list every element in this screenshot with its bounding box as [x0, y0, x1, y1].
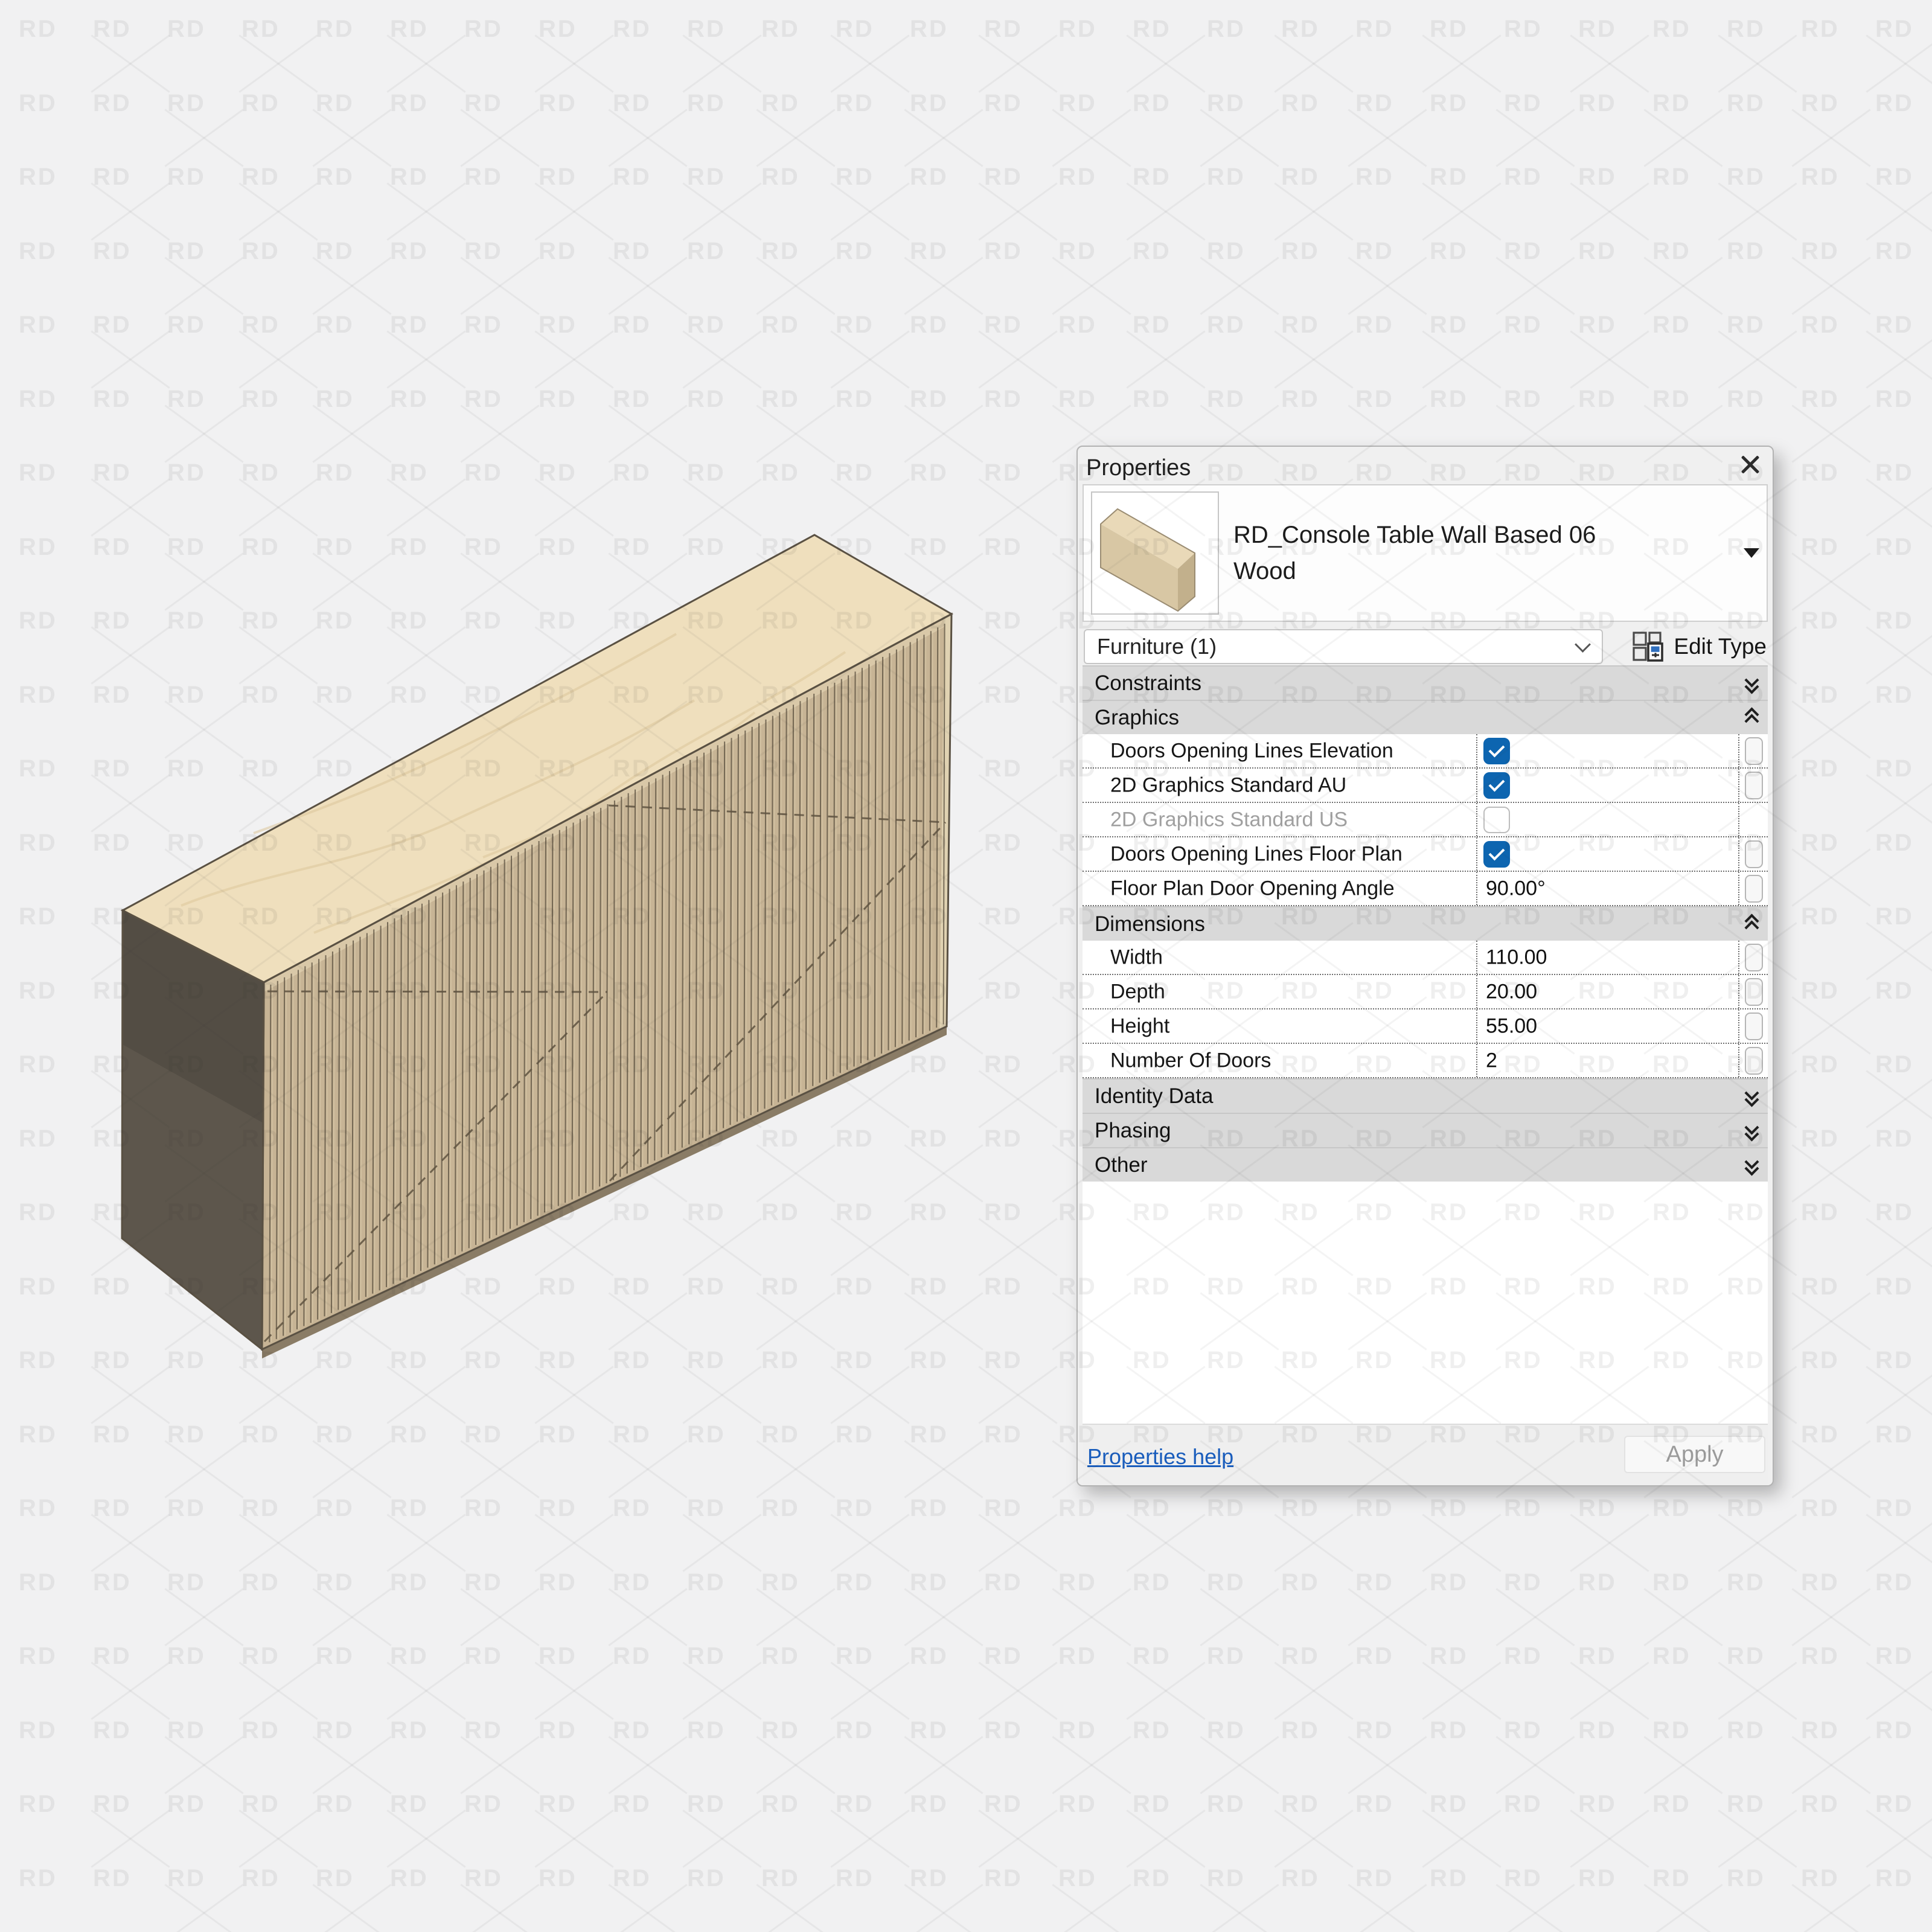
associate-parameter-button[interactable] [1745, 1046, 1763, 1075]
property-label: 2D Graphics Standard AU [1110, 773, 1347, 796]
value-number-of-doors[interactable]: 2 [1486, 1049, 1497, 1072]
properties-panel: Properties RD_Console Table Wall Based 0… [1076, 446, 1774, 1486]
property-row-depth: Depth 20.00 [1083, 975, 1768, 1009]
associate-parameter-button[interactable] [1745, 874, 1763, 903]
section-header-identity-data[interactable]: Identity Data [1083, 1078, 1768, 1113]
expand-chevron-icon[interactable] [1744, 672, 1759, 694]
associate-parameter-button[interactable] [1745, 771, 1763, 799]
section-label: Other [1095, 1153, 1148, 1177]
type-thumbnail-image [1100, 508, 1195, 612]
checkbox-2d-graphics-standard-au[interactable] [1483, 772, 1510, 799]
edit-type-button[interactable]: Edit Type [1631, 629, 1767, 664]
apply-button[interactable]: Apply [1624, 1436, 1765, 1473]
section-label: Graphics [1095, 705, 1180, 729]
expand-chevron-icon[interactable] [1744, 1154, 1759, 1176]
type-name: RD_Console Table Wall Based 06 Wood [1233, 517, 1596, 589]
edit-type-label: Edit Type [1674, 634, 1767, 659]
section-header-phasing[interactable]: Phasing [1083, 1113, 1768, 1147]
value-height[interactable]: 55.00 [1486, 1014, 1537, 1038]
property-grid-empty-area [1083, 1182, 1768, 1424]
section-label: Phasing [1095, 1118, 1171, 1142]
checkbox-doors-opening-lines-floor-plan[interactable] [1483, 840, 1510, 868]
property-label: Number Of Doors [1110, 1049, 1271, 1072]
property-grid: Constraints Graphics Doors Opening Lines E… [1083, 665, 1768, 1182]
section-label: Constraints [1095, 671, 1202, 695]
property-label: Depth [1110, 980, 1165, 1003]
associate-parameter-button[interactable] [1745, 840, 1763, 868]
property-label: Floor Plan Door Opening Angle [1110, 877, 1395, 900]
value-width[interactable]: 110.00 [1486, 945, 1547, 969]
type-name-line1: RD_Console Table Wall Based 06 [1233, 522, 1596, 548]
associate-parameter-button[interactable] [1745, 1012, 1763, 1040]
edit-type-icon [1633, 632, 1664, 662]
property-row-number-of-doors: Number Of Doors 2 [1083, 1044, 1768, 1078]
properties-help-link[interactable]: Properties help [1087, 1444, 1233, 1470]
type-thumbnail [1091, 491, 1219, 615]
section-header-graphics[interactable]: Graphics [1083, 700, 1768, 734]
property-label: Doors Opening Lines Floor Plan [1110, 842, 1403, 865]
property-label: Width [1110, 945, 1163, 968]
expand-chevron-icon[interactable] [1744, 1119, 1759, 1142]
category-combobox[interactable]: Furniture (1) [1084, 629, 1603, 664]
type-name-line2: Wood [1233, 558, 1296, 584]
value-depth[interactable]: 20.00 [1486, 980, 1537, 1003]
checkbox-doors-opening-lines-elevation[interactable] [1483, 737, 1510, 764]
property-row-height: Height 55.00 [1083, 1009, 1768, 1044]
panel-titlebar[interactable]: Properties [1083, 447, 1768, 484]
property-row-2d-graphics-standard-us: 2D Graphics Standard US [1083, 803, 1768, 837]
property-label: 2D Graphics Standard US [1110, 808, 1348, 831]
section-label: Dimensions [1095, 912, 1205, 936]
screenshot-root: Properties RD_Console Table Wall Based 0… [0, 0, 1932, 1932]
section-header-dimensions[interactable]: Dimensions [1083, 906, 1768, 941]
section-header-constraints[interactable]: Constraints [1083, 665, 1768, 700]
panel-title: Properties [1086, 455, 1191, 481]
property-row-doors-opening-lines-floor-plan: Doors Opening Lines Floor Plan [1083, 837, 1768, 872]
section-header-other[interactable]: Other [1083, 1147, 1768, 1182]
type-selector-row: Furniture (1) Edit Type [1083, 629, 1768, 664]
associate-parameter-button[interactable] [1745, 737, 1763, 765]
panel-footer: Properties help Apply [1083, 1424, 1768, 1485]
property-row-doors-opening-lines-elevation: Doors Opening Lines Elevation [1083, 734, 1768, 769]
associate-parameter-button[interactable] [1745, 977, 1763, 1006]
checkbox-2d-graphics-standard-us [1483, 806, 1510, 833]
close-icon[interactable] [1739, 454, 1761, 476]
type-dropdown-icon[interactable] [1744, 548, 1759, 558]
expand-chevron-icon[interactable] [1744, 1085, 1759, 1107]
property-row-floor-plan-door-opening-angle: Floor Plan Door Opening Angle 90.00° [1083, 872, 1768, 906]
category-combobox-value: Furniture (1) [1097, 634, 1217, 659]
property-row-width: Width 110.00 [1083, 941, 1768, 975]
property-label: Doors Opening Lines Elevation [1110, 739, 1393, 762]
collapse-chevron-icon[interactable] [1744, 706, 1759, 729]
chevron-down-icon [1575, 636, 1591, 653]
associate-parameter-button[interactable] [1745, 943, 1763, 971]
type-preview-area[interactable]: RD_Console Table Wall Based 06 Wood [1083, 484, 1768, 622]
property-row-2d-graphics-standard-au: 2D Graphics Standard AU [1083, 769, 1768, 803]
property-label: Height [1110, 1014, 1170, 1037]
section-label: Identity Data [1095, 1084, 1214, 1108]
collapse-chevron-icon[interactable] [1744, 913, 1759, 935]
value-floor-plan-door-opening-angle[interactable]: 90.00° [1486, 877, 1546, 900]
